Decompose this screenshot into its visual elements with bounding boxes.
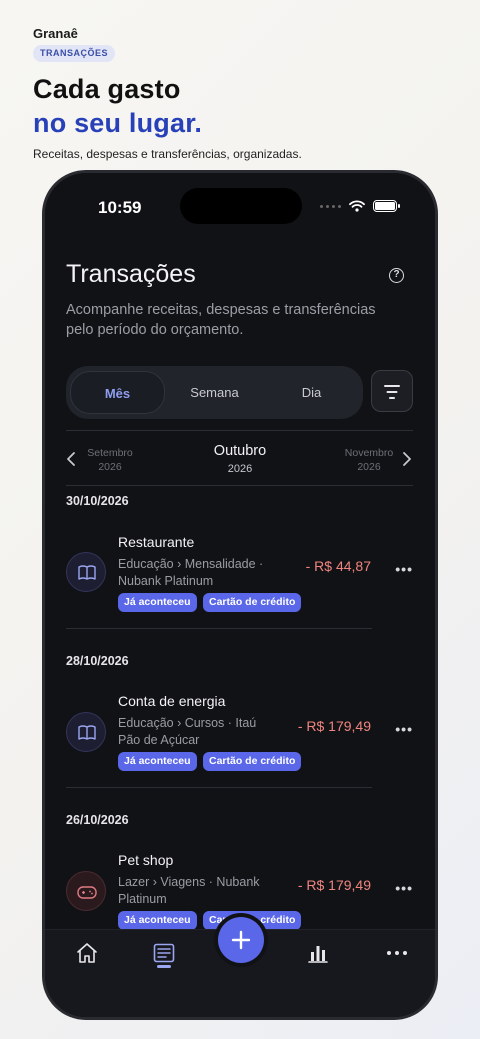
transaction-amount: - R$ 179,49 — [297, 718, 371, 734]
gamepad-icon — [66, 871, 106, 911]
status-icons — [320, 200, 400, 212]
book-icon — [66, 712, 106, 752]
current-month-year: 2026 — [227, 463, 253, 475]
previous-month-name: Setembro — [87, 447, 133, 459]
row-separator — [66, 787, 372, 788]
transaction-name: Restaurante — [118, 534, 195, 550]
book-icon — [66, 552, 106, 592]
section-badge: TRANSAÇÕES — [33, 45, 116, 62]
filter-button[interactable] — [371, 370, 413, 412]
page-description: Acompanhe receitas, despesas e transferê… — [66, 302, 376, 338]
transaction-amount: - R$ 44,87 — [305, 558, 371, 574]
subtitle: Receitas, despesas e transferências, org… — [33, 147, 302, 161]
next-month[interactable]: Novembro 2026 — [342, 446, 396, 474]
date-header: 30/10/2026 — [66, 494, 129, 508]
chart-icon[interactable] — [298, 938, 338, 968]
page-title: Transações — [66, 260, 196, 288]
transaction-meta: Lazer › Viagens · Nubank Platinum — [118, 875, 260, 906]
segment-month[interactable]: Mês — [70, 371, 165, 414]
phone-frame: 10:59 Transações ? Acompanhe receitas, d… — [42, 170, 438, 1020]
status-time: 10:59 — [98, 198, 142, 217]
previous-month-year: 2026 — [98, 461, 122, 473]
chevron-right-icon[interactable] — [402, 451, 412, 472]
status-tag: Já aconteceu — [118, 593, 197, 612]
home-icon[interactable] — [67, 938, 107, 968]
row-separator — [66, 628, 372, 629]
status-tag: Já aconteceu — [118, 911, 197, 930]
divider — [66, 430, 413, 431]
battery-icon — [373, 200, 400, 212]
add-transaction-button[interactable] — [218, 917, 264, 963]
next-month-year: 2026 — [357, 461, 381, 473]
previous-month[interactable]: Setembro 2026 — [85, 446, 135, 474]
period-segmented-control: Mês Semana Dia — [66, 366, 363, 419]
transaction-name: Conta de energia — [118, 693, 226, 709]
app-screen: 10:59 Transações ? Acompanhe receitas, d… — [45, 173, 435, 1017]
transaction-meta: Educação › Mensalidade · Nubank Platinum — [118, 557, 264, 588]
transactions-icon[interactable] — [144, 938, 184, 968]
current-month-name: Outubro — [213, 443, 267, 459]
help-icon[interactable]: ? — [389, 268, 404, 283]
brand-name: Granaê — [33, 26, 78, 41]
chevron-left-icon[interactable] — [66, 451, 76, 472]
payment-tag: Cartão de crédito — [203, 593, 302, 612]
headline-line-2: no seu lugar. — [33, 108, 203, 138]
more-icon[interactable] — [377, 938, 417, 968]
date-header: 28/10/2026 — [66, 654, 129, 668]
transaction-name: Pet shop — [118, 852, 174, 868]
transaction-row[interactable]: Conta de energia Educação › Cursos · Ita… — [66, 693, 413, 773]
transaction-meta: Educação › Cursos · Itaú Pão de Açúcar — [118, 716, 257, 747]
payment-tag: Cartão de crédito — [203, 752, 302, 771]
transaction-row[interactable]: Restaurante Educação › Mensalidade · Nub… — [66, 534, 413, 614]
more-options-icon[interactable]: ••• — [395, 721, 413, 737]
segment-week[interactable]: Semana — [167, 371, 262, 414]
transaction-amount: - R$ 179,49 — [297, 877, 371, 893]
segment-day[interactable]: Dia — [264, 371, 359, 414]
headline-line-1: Cada gasto — [33, 74, 181, 104]
current-month: Outubro 2026 — [190, 443, 290, 475]
more-options-icon[interactable]: ••• — [395, 561, 413, 577]
date-header: 26/10/2026 — [66, 813, 129, 827]
status-tag: Já aconteceu — [118, 752, 197, 771]
more-options-icon[interactable]: ••• — [395, 880, 413, 896]
divider — [66, 485, 413, 486]
wifi-icon — [349, 200, 365, 212]
cellular-icon — [320, 204, 341, 208]
active-tab-indicator — [157, 965, 171, 968]
add-icon — [231, 930, 251, 950]
next-month-name: Novembro — [344, 447, 394, 459]
dynamic-island — [180, 188, 302, 224]
